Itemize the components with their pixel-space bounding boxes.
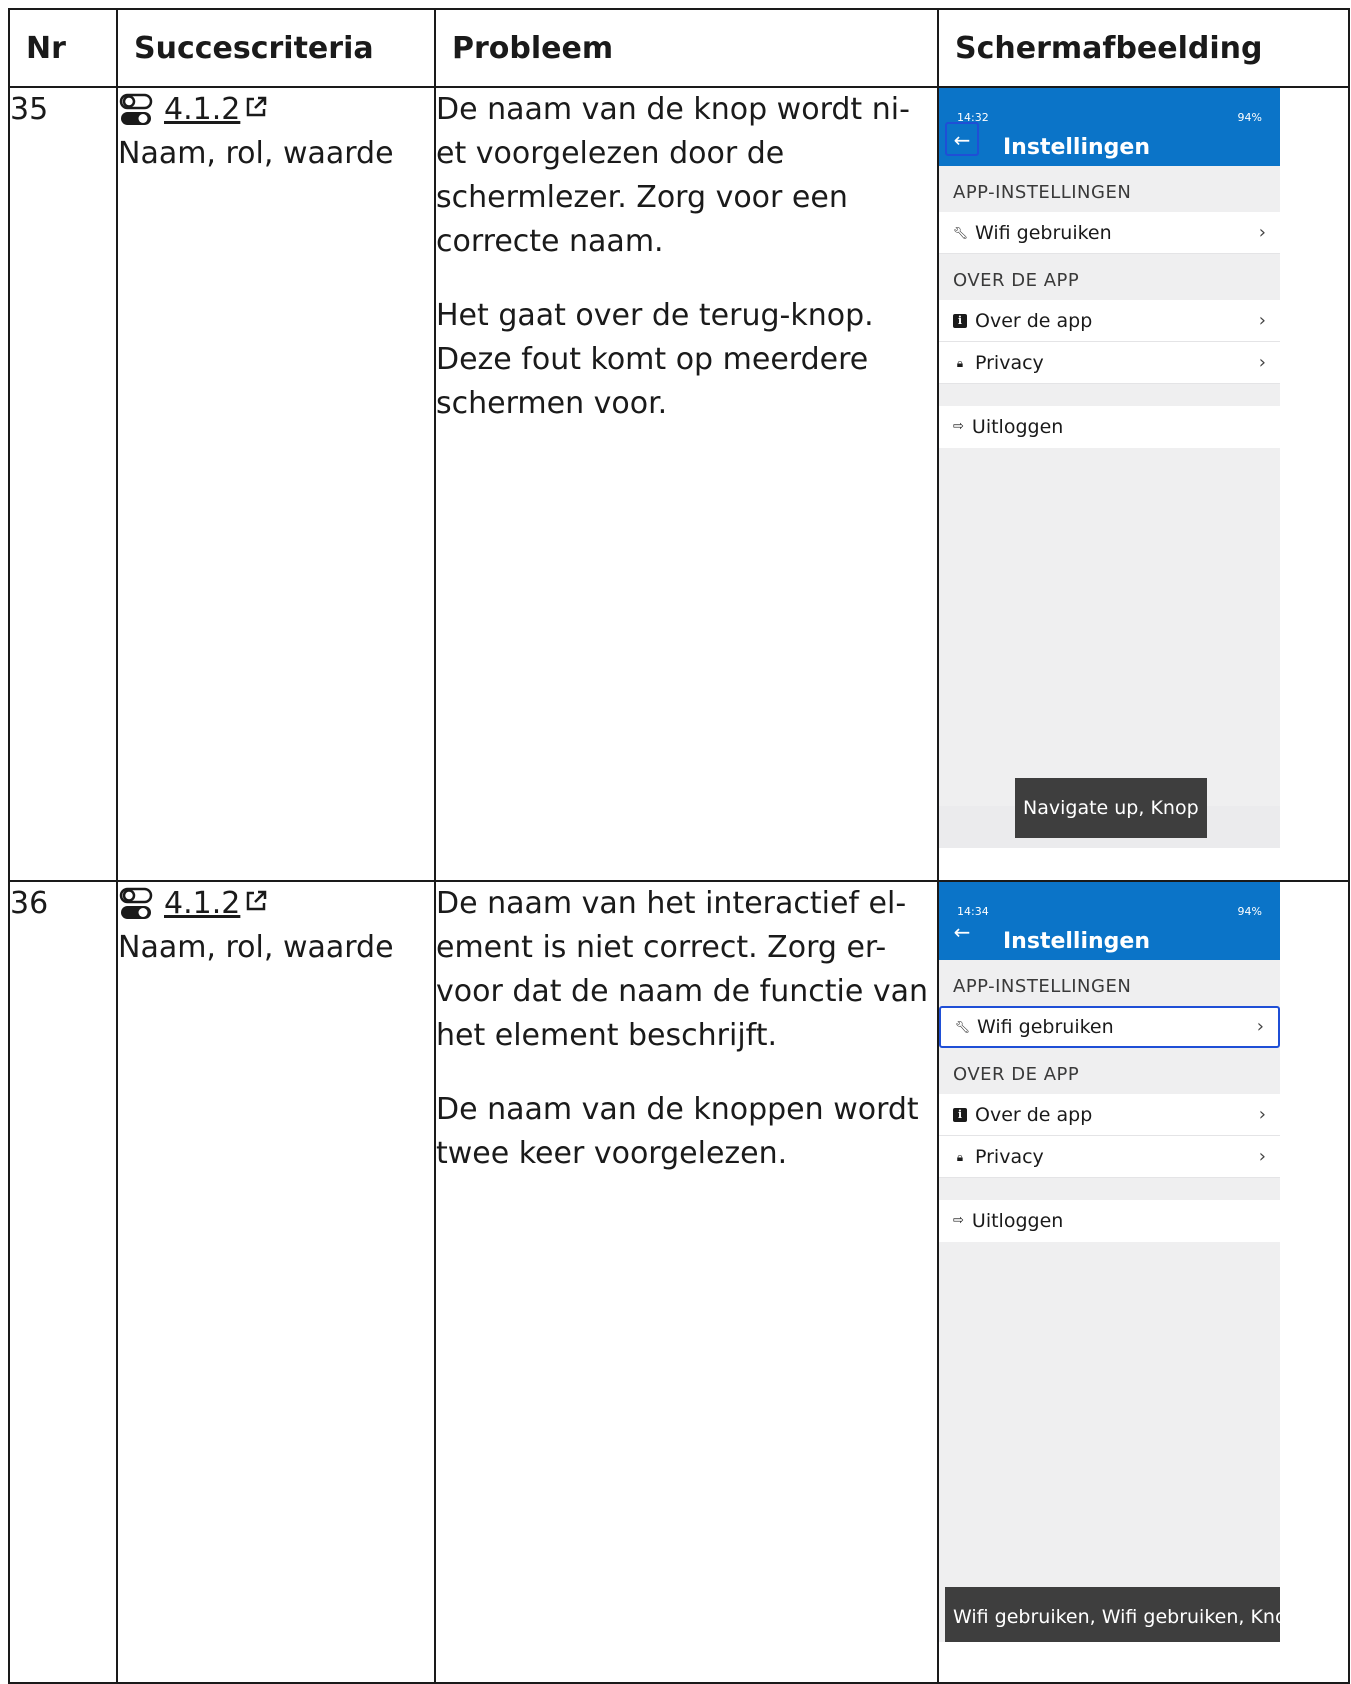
criterion-code: 4.1.2 <box>164 886 241 921</box>
problem-text: De naam van de knoppen wordt twee keer v… <box>436 1092 919 1171</box>
section-header: APP-INSTELLINGEN <box>953 976 1132 997</box>
criterion-link[interactable]: 4.1.2 <box>164 88 268 132</box>
logout-icon: ⇨ <box>953 1213 964 1228</box>
item-label: Over de app <box>975 309 1093 332</box>
table-row: 35 4.1.2 Naam, rol, waarde De naam van d… <box>8 86 1350 882</box>
criterion-link[interactable]: 4.1.2 <box>164 882 268 926</box>
chevron-right-icon: › <box>1258 309 1266 331</box>
back-arrow-icon[interactable]: ← <box>945 122 979 156</box>
criterion-cell: 4.1.2 Naam, rol, waarde <box>116 880 436 1684</box>
screenshot-cell: 14:32 94% ← Instellingen APP-INSTELLINGE… <box>937 86 1350 882</box>
privacy-item[interactable]: 🔒︎ Privacy › <box>939 1136 1280 1178</box>
row-number: 36 <box>8 880 118 1684</box>
wifi-setting-item[interactable]: 🔧︎ Wifi gebruiken › <box>939 212 1280 254</box>
item-label: Uitloggen <box>971 416 1064 438</box>
chevron-right-icon: › <box>1258 351 1266 373</box>
battery-level: 94% <box>1237 111 1262 124</box>
criterion-code: 4.1.2 <box>164 92 241 127</box>
criterion-cell: 4.1.2 Naam, rol, waarde <box>116 86 436 882</box>
back-arrow-icon[interactable]: ← <box>945 916 979 950</box>
toggle-icon <box>119 887 153 919</box>
section-header: OVER DE APP <box>953 270 1080 291</box>
about-app-item[interactable]: i Over de app › <box>939 1094 1280 1136</box>
header-problem: Probleem <box>434 8 939 88</box>
row-number: 35 <box>8 86 118 882</box>
logout-icon: ⇨ <box>953 419 964 434</box>
phone-screenshot: 14:34 94% ← Instellingen APP-INSTELLINGE… <box>939 882 1280 1642</box>
header-criterion: Succescriteria <box>116 8 436 88</box>
app-bar: 14:34 94% ← Instellingen <box>939 882 1280 960</box>
chevron-right-icon: › <box>1258 1103 1266 1125</box>
external-link-icon <box>247 96 267 117</box>
item-label: Uitloggen <box>971 1210 1064 1232</box>
screenshot-cell: 14:34 94% ← Instellingen APP-INSTELLINGE… <box>937 880 1350 1684</box>
header-screenshot: Schermafbeelding <box>937 8 1350 88</box>
chevron-right-icon: › <box>1256 1016 1264 1037</box>
app-title: Instellingen <box>1003 135 1150 160</box>
problem-text: De naam van de knop wordt ni- et voorgel… <box>436 92 910 259</box>
problem-text: Het gaat over de terug-knop. Deze fout k… <box>436 298 874 421</box>
wifi-setting-item[interactable]: 🔧︎ Wifi gebruiken › <box>939 1006 1280 1048</box>
logout-item[interactable]: ⇨ Uitloggen <box>939 1200 1280 1242</box>
info-icon: i <box>953 313 967 328</box>
phone-screenshot: 14:32 94% ← Instellingen APP-INSTELLINGE… <box>939 88 1280 848</box>
about-app-item[interactable]: i Over de app › <box>939 300 1280 342</box>
item-label: Wifi gebruiken <box>977 1016 1114 1038</box>
header-row: Nr Succescriteria Probleem Schermafbeeld… <box>8 8 1350 88</box>
table-row: 36 4.1.2 Naam, rol, waarde De naam van h… <box>8 880 1350 1684</box>
item-label: Wifi gebruiken <box>975 221 1112 244</box>
problem-text: De naam van het interactief el- ement is… <box>436 886 928 1053</box>
privacy-item[interactable]: 🔒︎ Privacy › <box>939 342 1280 384</box>
problem-cell: De naam van het interactief el- ement is… <box>434 880 939 1684</box>
wrench-icon: 🔧︎ <box>953 225 969 240</box>
external-link-icon <box>247 890 267 911</box>
lock-icon: 🔒︎ <box>956 1149 964 1164</box>
criterion-name: Naam, rol, waarde <box>118 930 394 965</box>
talkback-announcement: Navigate up, Knop <box>1015 778 1207 838</box>
chevron-right-icon: › <box>1258 221 1266 243</box>
header-nr: Nr <box>8 8 118 88</box>
item-label: Privacy <box>975 351 1044 374</box>
info-icon: i <box>953 1107 967 1122</box>
problem-cell: De naam van de knop wordt ni- et voorgel… <box>434 86 939 882</box>
audit-table: Nr Succescriteria Probleem Schermafbeeld… <box>8 8 1350 1684</box>
item-label: Over de app <box>975 1103 1093 1126</box>
section-header: APP-INSTELLINGEN <box>953 182 1132 203</box>
app-bar: 14:32 94% ← Instellingen <box>939 88 1280 166</box>
wrench-icon: 🔧︎ <box>955 1020 971 1034</box>
logout-item[interactable]: ⇨ Uitloggen <box>939 406 1280 448</box>
lock-icon: 🔒︎ <box>956 355 964 370</box>
item-label: Privacy <box>975 1145 1044 1168</box>
talkback-announcement: Wifi gebruiken, Wifi gebruiken, Knop <box>945 1587 1280 1642</box>
chevron-right-icon: › <box>1258 1145 1266 1167</box>
app-title: Instellingen <box>1003 929 1150 954</box>
battery-level: 94% <box>1237 905 1262 918</box>
section-header: OVER DE APP <box>953 1064 1080 1085</box>
criterion-name: Naam, rol, waarde <box>118 136 394 171</box>
toggle-icon <box>119 93 153 125</box>
